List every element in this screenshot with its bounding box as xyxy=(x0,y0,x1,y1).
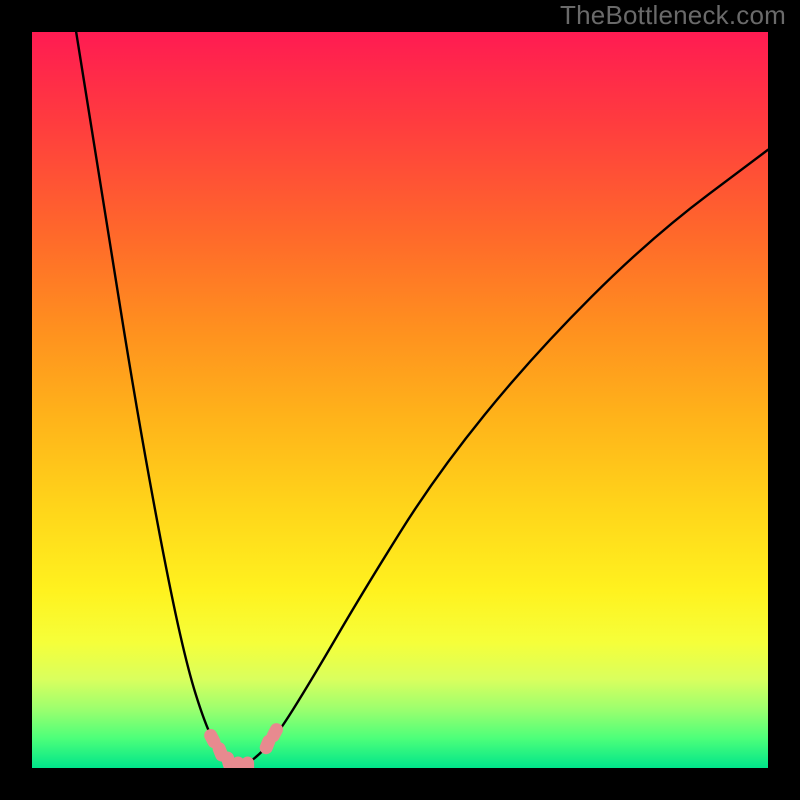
watermark-text: TheBottleneck.com xyxy=(560,0,786,31)
chart-frame: TheBottleneck.com xyxy=(0,0,800,800)
chart-svg xyxy=(32,32,768,768)
curve-left-branch xyxy=(76,32,238,768)
highlight-marker xyxy=(241,757,254,768)
curve-right-branch xyxy=(238,150,768,768)
plot-area xyxy=(32,32,768,768)
